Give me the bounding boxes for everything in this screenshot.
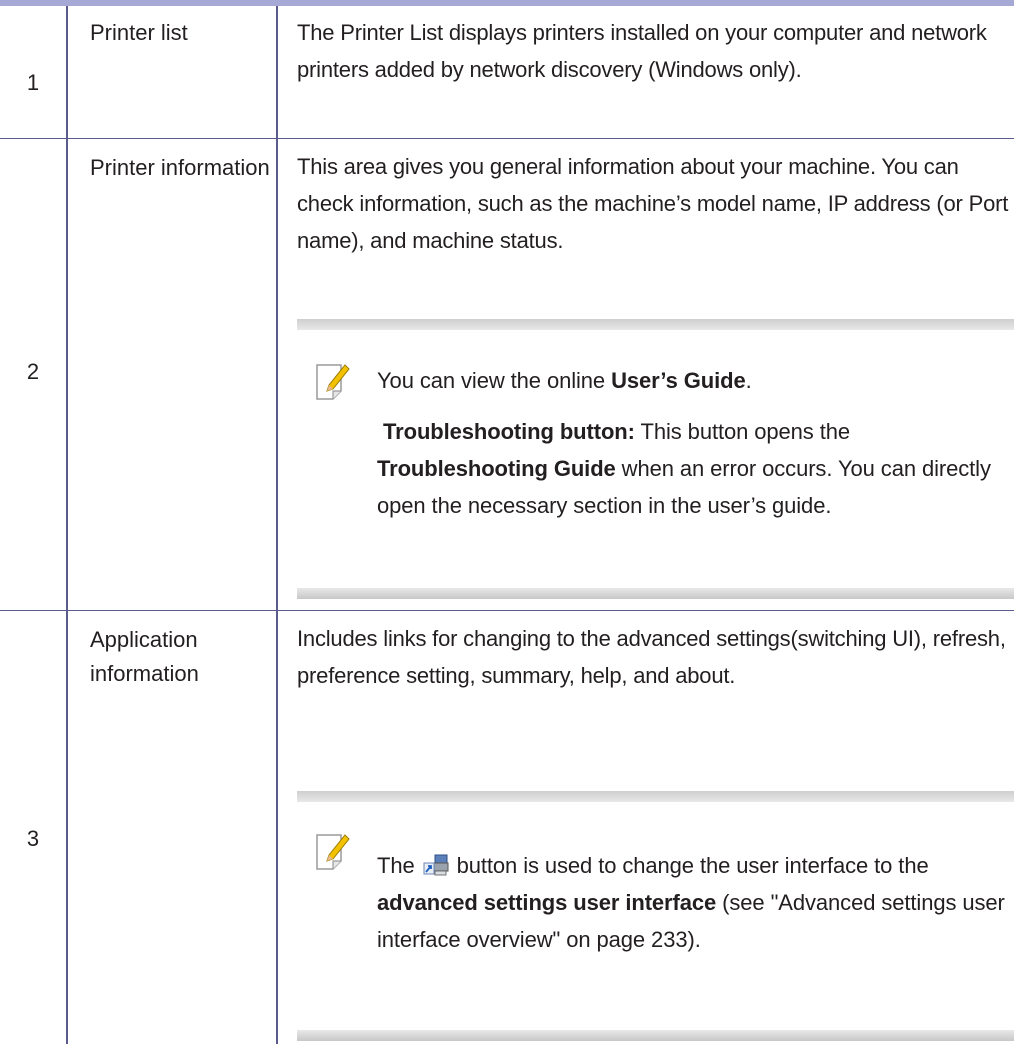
row-name: Printer list (90, 20, 188, 45)
row-number: 2 (26, 359, 40, 384)
row-description: This area gives you general information … (297, 154, 1009, 253)
note-prefix: The (377, 853, 415, 878)
note-pencil-icon (315, 831, 351, 873)
switch-ui-icon (423, 850, 449, 876)
users-guide-label: User’s Guide (611, 368, 746, 393)
row-number: 3 (26, 826, 40, 851)
table-row-2: 2 Printer information This area gives yo… (0, 139, 1014, 611)
note-top-bar (297, 791, 1014, 802)
table-row-1: 1 Printer list The Printer List displays… (0, 6, 1014, 139)
note-bottom-bar (297, 588, 1014, 599)
note-bottom-bar (297, 1030, 1014, 1041)
advanced-ui-label: advanced settings user interface (377, 890, 717, 915)
note-top-bar (297, 319, 1014, 330)
note-line1-suffix: . (745, 368, 752, 393)
row-name: Printer information (90, 155, 270, 180)
note-text-a: button is used to change the user interf… (456, 853, 929, 878)
table-row-3: 3 Application information Includes links… (0, 611, 1014, 1044)
note-line2-text-a: This button opens the (634, 419, 851, 444)
note-pencil-icon (315, 361, 351, 403)
row-description: The Printer List displays printers insta… (297, 20, 987, 82)
note-text: The button is used to change the user in… (377, 847, 1007, 958)
troubleshooting-button-label: Troubleshooting button: (383, 419, 635, 444)
row-name: Application information (90, 627, 199, 686)
row-number: 1 (26, 70, 40, 95)
note-box: You can view the online User’s Guide. Tr… (297, 319, 1014, 599)
row-description: Includes links for changing to the advan… (297, 626, 1006, 688)
note-box: The button is used to change the user in… (297, 791, 1014, 1041)
troubleshooting-guide-label: Troubleshooting Guide (377, 456, 616, 481)
note-line1-prefix: You can view the online (377, 368, 612, 393)
note-text: You can view the online User’s Guide. Tr… (377, 362, 1007, 524)
